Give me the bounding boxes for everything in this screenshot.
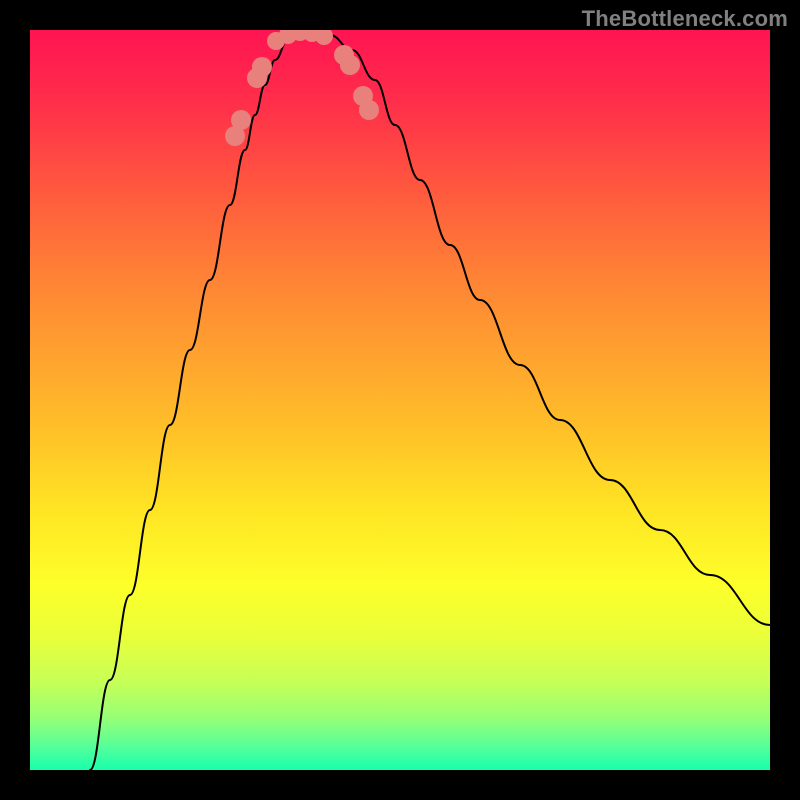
curve-marker [359, 100, 379, 120]
bottleneck-curve [90, 32, 770, 770]
chart-frame: TheBottleneck.com [0, 0, 800, 800]
watermark-text: TheBottleneck.com [582, 6, 788, 32]
curve-marker [231, 110, 251, 130]
curve-marker [315, 30, 333, 45]
marker-layer [225, 30, 379, 146]
curve-marker [252, 57, 272, 77]
curve-marker [340, 55, 360, 75]
chart-overlay [30, 30, 770, 770]
